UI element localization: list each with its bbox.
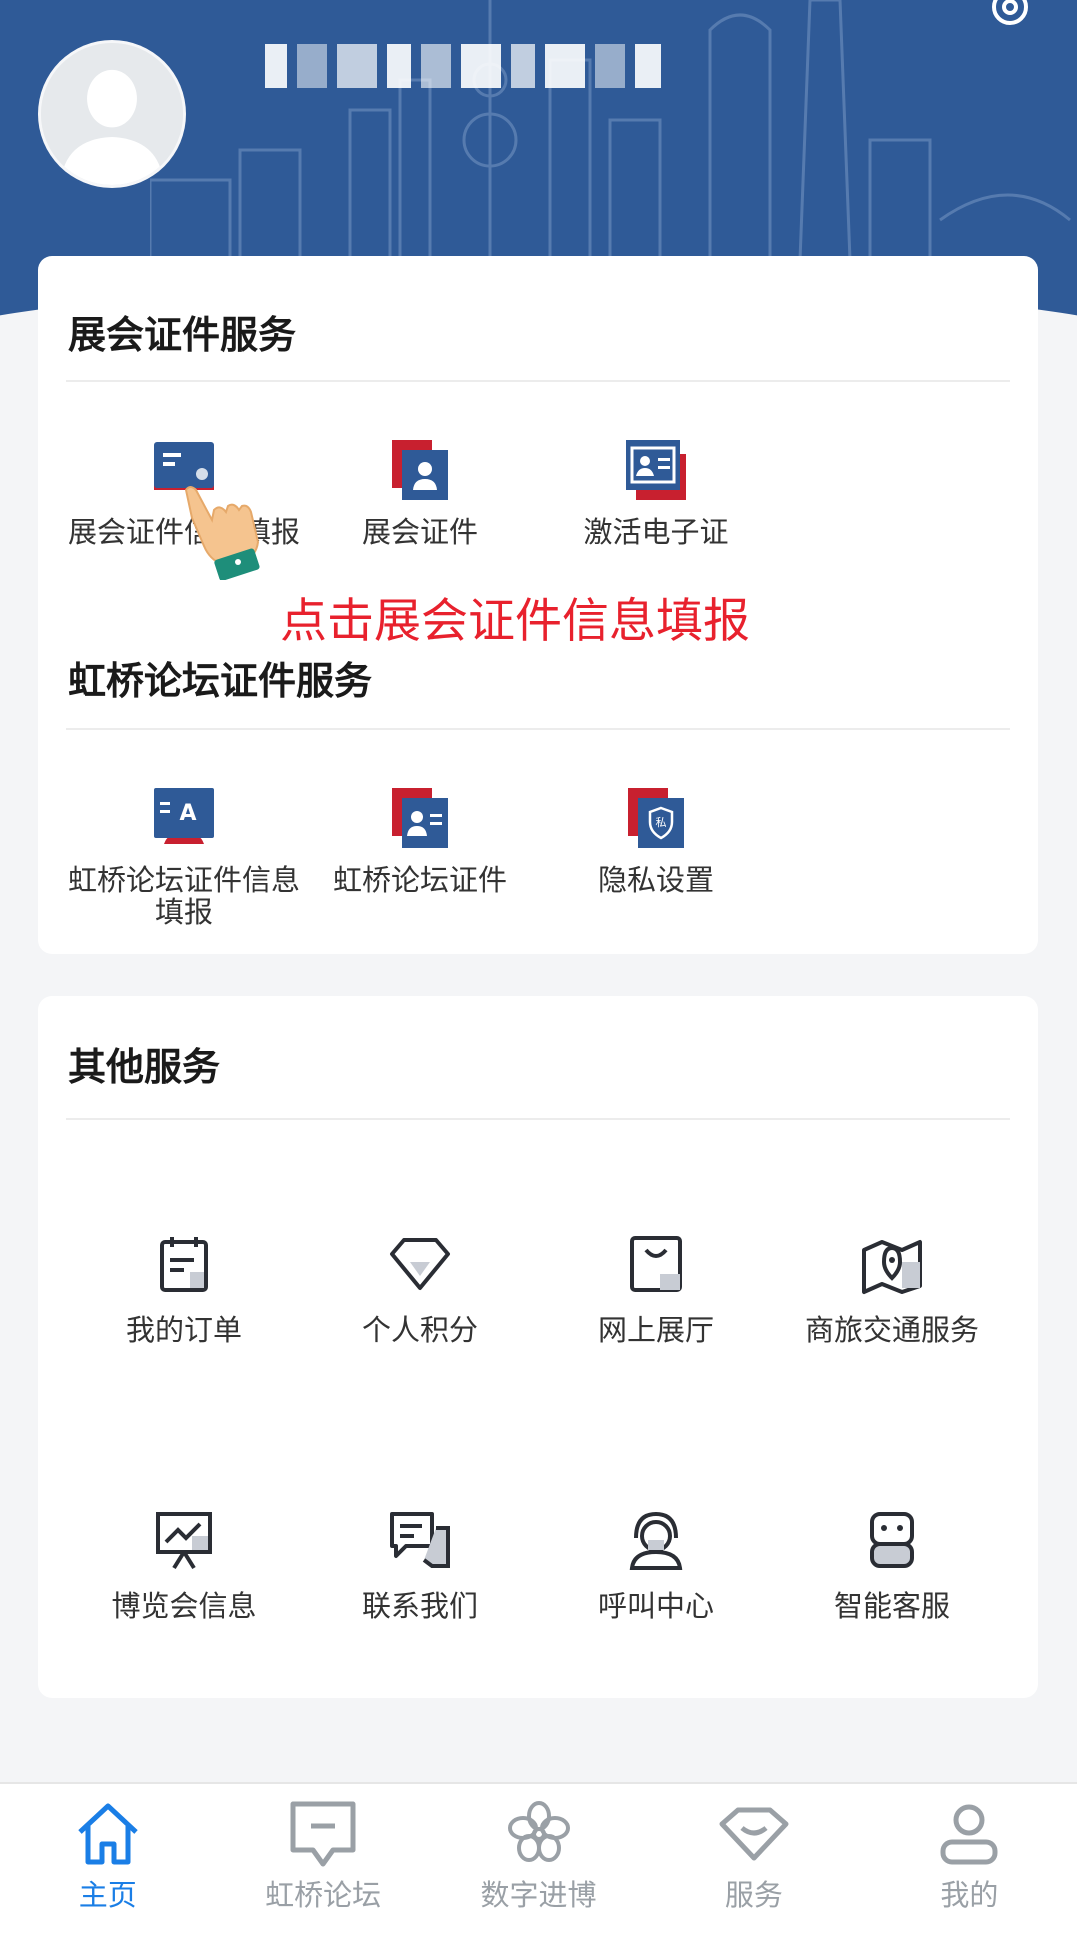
service-label: 隐私设置 — [597, 863, 714, 897]
forum-card-icon: A — [154, 788, 214, 844]
service-label: 个人积分 — [361, 1313, 478, 1347]
service-my-orders[interactable]: 我的订单 — [66, 1232, 302, 1346]
nav-label: 数字进博 — [480, 1878, 597, 1912]
service-credential[interactable]: 展会证件 — [302, 436, 538, 548]
service-privacy-settings[interactable]: 私 隐私设置 — [538, 784, 774, 896]
nav-label: 主页 — [78, 1878, 137, 1912]
divider — [66, 380, 1010, 382]
chat-icon — [390, 1512, 450, 1568]
other-services-card: 其他服务 我的订单 个人积分 网上展厅 商旅交通服务 博览会信息 联系我们 呼叫… — [38, 996, 1038, 1698]
avatar-placeholder-icon — [41, 43, 183, 185]
service-forum-form[interactable]: A 虹桥论坛证件信息填报 — [66, 784, 302, 928]
robot-icon — [870, 1512, 914, 1568]
service-label: 网上展厅 — [597, 1313, 714, 1347]
nav-services[interactable]: 服务 — [646, 1784, 861, 1940]
forum-badge-icon — [392, 788, 448, 848]
service-expo-info[interactable]: 博览会信息 — [66, 1508, 302, 1622]
service-call-center[interactable]: 呼叫中心 — [538, 1508, 774, 1622]
nav-forum[interactable]: 虹桥论坛 — [215, 1784, 430, 1940]
nav-label: 服务 — [724, 1878, 783, 1912]
nav-home[interactable]: 主页 — [0, 1784, 215, 1940]
service-label: 商旅交通服务 — [804, 1313, 979, 1347]
bottom-nav: 主页 虹桥论坛 数字进博 服务 我的 — [0, 1782, 1077, 1940]
service-contact-us[interactable]: 联系我们 — [302, 1508, 538, 1622]
service-travel-transport[interactable]: 商旅交通服务 — [774, 1232, 1010, 1346]
service-points[interactable]: 个人积分 — [302, 1232, 538, 1346]
service-label: 虹桥论坛证件 — [332, 863, 507, 897]
map-pin-icon — [862, 1240, 922, 1294]
service-label: 激活电子证 — [583, 515, 729, 549]
nav-label: 我的 — [940, 1878, 999, 1912]
service-online-hall[interactable]: 网上展厅 — [538, 1232, 774, 1346]
presentation-icon — [156, 1512, 212, 1570]
city-skyline-illustration — [150, 0, 1071, 260]
user-icon — [940, 1804, 998, 1865]
flower-icon — [507, 1801, 570, 1862]
id-card-icon — [626, 440, 686, 500]
diamond-icon — [719, 1807, 789, 1861]
username-masked — [265, 42, 661, 90]
avatar[interactable] — [38, 40, 186, 188]
service-label: 虹桥论坛证件信息填报 — [67, 863, 300, 929]
nav-digital-expo[interactable]: 数字进博 — [431, 1784, 646, 1940]
svg-text:私: 私 — [656, 816, 667, 829]
service-activate-ecard[interactable]: 激活电子证 — [538, 436, 774, 548]
diamond-icon — [390, 1238, 450, 1290]
svg-text:A: A — [179, 801, 196, 826]
service-label: 智能客服 — [833, 1589, 950, 1623]
section-title: 其他服务 — [68, 1045, 221, 1089]
service-smart-support[interactable]: 智能客服 — [774, 1508, 1010, 1622]
hand-pointer-icon — [184, 486, 260, 580]
headset-icon — [629, 1511, 683, 1570]
message-icon — [290, 1801, 356, 1867]
gear-icon[interactable] — [985, 0, 1035, 32]
service-label: 呼叫中心 — [597, 1589, 714, 1623]
section-title: 展会证件服务 — [68, 313, 297, 357]
service-label: 我的订单 — [125, 1313, 242, 1347]
privacy-shield-icon: 私 — [628, 788, 684, 848]
clipboard-icon — [160, 1237, 208, 1292]
service-label: 展会证件 — [361, 515, 478, 549]
service-label: 联系我们 — [361, 1589, 478, 1623]
shopping-bag-icon — [630, 1236, 682, 1292]
section-title: 虹桥论坛证件服务 — [68, 659, 373, 703]
service-forum-credential[interactable]: 虹桥论坛证件 — [302, 784, 538, 896]
divider — [66, 728, 1010, 730]
person-badge-icon — [392, 440, 448, 500]
nav-mine[interactable]: 我的 — [862, 1784, 1077, 1940]
instruction-annotation: 点击展会证件信息填报 — [280, 594, 750, 649]
home-icon — [78, 1803, 138, 1865]
divider — [66, 1118, 1010, 1120]
service-label: 博览会信息 — [111, 1589, 257, 1623]
nav-label: 虹桥论坛 — [265, 1878, 382, 1912]
